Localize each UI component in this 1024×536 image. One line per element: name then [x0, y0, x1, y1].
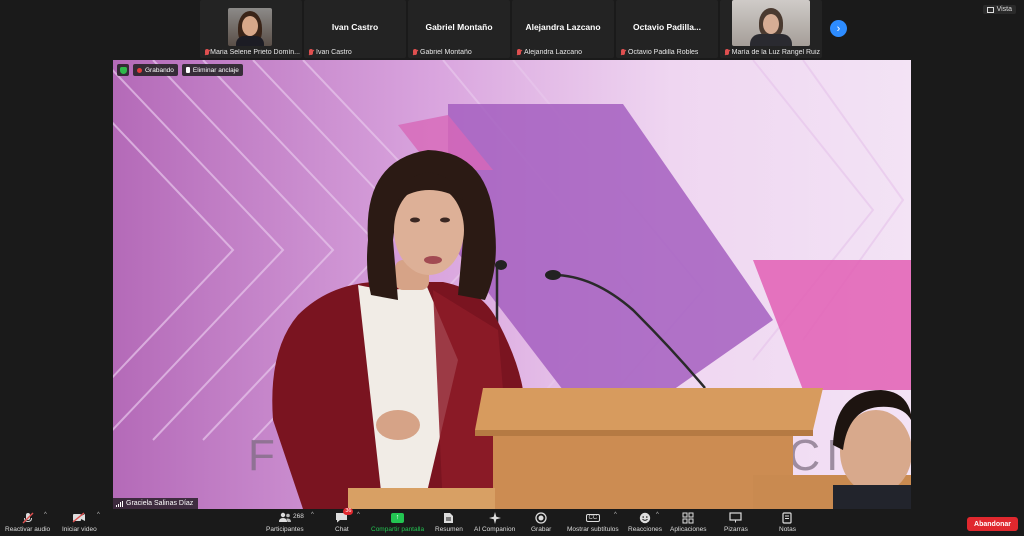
background-text: F [248, 431, 275, 480]
signal-strength-icon [116, 500, 123, 507]
share-screen-button[interactable]: ↑ Compartir pantalla [371, 511, 424, 533]
mic-muted-icon [204, 49, 210, 56]
mic-muted-icon [412, 49, 418, 56]
notes-button[interactable]: Notas [779, 511, 796, 533]
apps-grid-icon [682, 512, 694, 523]
meeting-status-badges: Grabando Eliminar anclaje [117, 64, 243, 76]
mic-muted-icon [724, 49, 730, 56]
record-icon [535, 511, 547, 524]
share-screen-icon: ↑ [391, 512, 405, 523]
participant-display-name: Octavio Padilla... [632, 22, 702, 32]
chat-unread-badge: 36 [343, 508, 354, 515]
audio-options-caret[interactable]: ^ [44, 512, 47, 518]
record-dot-icon [137, 67, 142, 73]
meeting-toolbar: Reactivar audio ^ Iniciar video ^ Partic… [0, 508, 1024, 536]
participant-display-name: Alejandra Lazcano [525, 22, 601, 32]
view-button[interactable]: Vista [982, 5, 1016, 14]
participant-photo [732, 0, 810, 46]
participant-label: María de la Luz Rangel Ruiz [724, 49, 820, 56]
notes-icon [782, 511, 793, 524]
participant-tile[interactable]: Alejandra Lazcano Alejandra Lazcano [512, 0, 614, 58]
grid-view-icon [986, 6, 994, 13]
participant-tile[interactable]: Gabriel Montaño Gabriel Montaño [408, 0, 510, 58]
participant-photo [228, 8, 272, 46]
recording-badge[interactable]: Grabando [133, 64, 178, 76]
ai-companion-button[interactable]: AI Companion [474, 511, 515, 533]
participant-tile[interactable]: Ivan Castro Ivan Castro [304, 0, 406, 58]
next-page-button[interactable]: › [830, 20, 847, 37]
unpin-button[interactable]: Eliminar anclaje [181, 64, 243, 76]
pin-icon [185, 67, 190, 73]
speaker-name-label: Graciela Salinas Díaz [113, 498, 199, 509]
participant-strip: Maria Selene Prieto Domín... Ivan Castro… [200, 0, 822, 58]
mic-muted-icon [620, 49, 626, 56]
chat-options-caret[interactable]: ^ [357, 512, 360, 518]
people-icon [278, 512, 291, 522]
participant-tile[interactable]: María de la Luz Rangel Ruiz [720, 0, 822, 58]
participant-tile[interactable]: Octavio Padilla... Octavio Padilla Roble… [616, 0, 718, 58]
smiley-icon [639, 512, 651, 523]
participant-tile[interactable]: Maria Selene Prieto Domín... [200, 0, 302, 58]
apps-button[interactable]: Aplicaciones [670, 511, 707, 533]
start-video-button[interactable]: Iniciar video [62, 511, 97, 533]
participant-label: Ivan Castro [308, 49, 352, 56]
mic-muted-icon [516, 49, 522, 56]
chat-button[interactable]: 36 Chat [335, 508, 354, 533]
whiteboard-icon [729, 512, 743, 523]
whiteboards-button[interactable]: Pizarras [724, 511, 748, 533]
speaker-video-frame: F ACI [113, 60, 911, 509]
chevron-right-icon: › [836, 22, 841, 35]
participants-options-caret[interactable]: ^ [311, 512, 314, 518]
video-options-caret[interactable]: ^ [97, 512, 100, 518]
participants-count: 268 [293, 513, 304, 520]
zoom-meeting-window: Maria Selene Prieto Domín... Ivan Castro… [0, 0, 1024, 536]
active-speaker-video[interactable]: F ACI Grabando Eliminar anclaje Graciela… [113, 60, 911, 509]
record-button[interactable]: Grabar [531, 511, 551, 533]
mic-muted-icon [308, 49, 314, 56]
summary-button[interactable]: Resumen [435, 511, 463, 533]
closed-captions-icon: CC [585, 513, 601, 522]
participant-label: Maria Selene Prieto Domín... [204, 49, 300, 56]
sparkle-icon [488, 511, 501, 524]
document-summary-icon [444, 512, 454, 523]
reactions-options-caret[interactable]: ^ [656, 512, 659, 518]
participant-label: Octavio Padilla Robles [620, 49, 698, 56]
security-shield-icon[interactable] [117, 64, 129, 76]
participant-label: Alejandra Lazcano [516, 49, 582, 56]
leave-meeting-button[interactable]: Abandonar [967, 517, 1018, 531]
microphone-muted-icon [22, 512, 34, 523]
show-captions-button[interactable]: CC Mostrar subtítulos [567, 511, 619, 533]
participant-display-name: Gabriel Montaño [425, 22, 493, 32]
camera-off-icon [72, 512, 86, 523]
captions-options-caret[interactable]: ^ [614, 512, 617, 518]
participant-display-name: Ivan Castro [331, 22, 379, 32]
participant-label: Gabriel Montaño [412, 49, 472, 56]
